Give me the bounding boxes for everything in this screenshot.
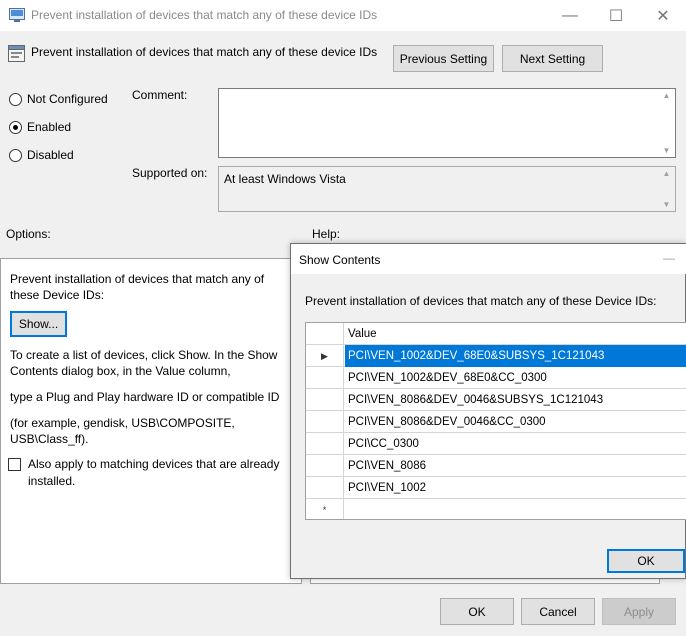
comment-label: Comment: [132,88,188,102]
row-selector[interactable] [306,367,344,389]
value-cell[interactable]: PCI\VEN_1002&DEV_68E0&SUBSYS_1C121043 [345,345,686,367]
supported-label: Supported on: [132,166,208,180]
show-button[interactable]: Show... [10,311,67,337]
show-contents-dialog: Show Contents — Prevent installation of … [290,243,686,579]
value-cell[interactable]: PCI\VEN_8086&DEV_0046&CC_0300 [345,411,686,433]
also-apply-checkbox[interactable] [8,458,21,471]
grid-corner [306,323,344,345]
new-value-cell[interactable] [345,499,686,519]
radio-circle[interactable] [9,92,22,106]
supported-field: At least Windows Vista ▲ ▼ [218,166,676,212]
also-apply-label-line2: installed. [28,474,76,488]
setting-icon [8,45,25,62]
value-column-header[interactable]: Value [345,323,686,345]
row-selector[interactable] [306,477,344,499]
instructions-line4: (for example, gendisk, USB\COMPOSITE, [10,416,235,430]
comment-textarea[interactable]: ▲ ▼ [218,88,676,158]
show-contents-title: Show Contents [299,253,381,267]
new-row-icon[interactable]: * [306,499,344,519]
row-selector[interactable] [306,411,344,433]
instructions-line5: USB\Class_ff). [10,432,89,446]
supported-value: At least Windows Vista [224,172,346,186]
also-apply-label-line1: Also apply to matching devices that are … [28,457,280,471]
window-title-bar[interactable]: Prevent installation of devices that mat… [0,0,686,31]
table-row[interactable]: PCI\VEN_1002 [306,477,686,499]
scroll-up-icon[interactable]: ▲ [663,91,671,100]
instructions-line2: Contents dialog box, in the Value column… [10,364,231,378]
table-row[interactable]: PCI\VEN_8086&DEV_0046&CC_0300 [306,411,686,433]
also-apply-checkbox-row[interactable]: Also apply to matching devices that are … [8,457,279,488]
dialog-ok-button[interactable]: OK [607,549,685,573]
options-panel: Prevent installation of devices that mat… [0,258,302,584]
options-description-line2: these Device IDs: [10,288,105,302]
grid-header-row: Value [306,323,686,345]
row-selector[interactable] [306,389,344,411]
comment-scrollbar[interactable]: ▲ ▼ [658,89,675,157]
previous-setting-button[interactable]: Previous Setting [393,45,494,72]
radio-circle[interactable] [9,148,22,162]
table-row[interactable]: PCI\CC_0300 [306,433,686,455]
radio-circle[interactable] [9,120,22,134]
window-title: Prevent installation of devices that mat… [31,8,378,22]
value-cell[interactable]: PCI\CC_0300 [345,433,686,455]
current-row-icon[interactable]: ▶ [306,345,344,367]
maximize-button[interactable]: ☐ [593,0,639,31]
options-description: Prevent installation of devices that mat… [10,272,265,286]
radio-disabled[interactable]: Disabled [9,148,74,162]
policy-app-icon [9,8,25,22]
instructions-line1: To create a list of devices, click Show.… [10,348,278,362]
help-panel [310,579,660,584]
show-contents-title-bar[interactable]: Show Contents — [291,244,686,274]
minimize-button[interactable]: — [547,0,593,31]
cancel-button[interactable]: Cancel [521,598,595,625]
ok-button[interactable]: OK [440,598,514,625]
apply-button[interactable]: Apply [602,598,676,625]
show-contents-prompt: Prevent installation of devices that mat… [305,294,657,308]
next-setting-button[interactable]: Next Setting [502,45,603,72]
scroll-down-icon[interactable]: ▼ [663,200,671,209]
radio-label: Not Configured [27,92,108,106]
scroll-down-icon[interactable]: ▼ [663,146,671,155]
setting-title: Prevent installation of devices that mat… [31,45,378,59]
value-cell[interactable]: PCI\VEN_8086 [345,455,686,477]
new-row[interactable]: * [306,499,686,519]
scroll-up-icon[interactable]: ▲ [663,169,671,178]
supported-scrollbar[interactable]: ▲ ▼ [658,167,675,211]
row-selector[interactable] [306,455,344,477]
table-row[interactable]: PCI\VEN_8086 [306,455,686,477]
instructions-line3: type a Plug and Play hardware ID or comp… [10,390,280,404]
radio-not-configured[interactable]: Not Configured [9,92,108,106]
table-row[interactable]: PCI\VEN_1002&DEV_68E0&CC_0300 [306,367,686,389]
close-button[interactable]: ✕ [640,0,686,31]
radio-enabled[interactable]: Enabled [9,120,71,134]
value-cell[interactable]: PCI\VEN_1002 [345,477,686,499]
value-cell[interactable]: PCI\VEN_1002&DEV_68E0&CC_0300 [345,367,686,389]
table-row[interactable]: PCI\VEN_8086&DEV_0046&SUBSYS_1C121043 [306,389,686,411]
radio-label: Enabled [27,120,72,134]
options-label: Options: [6,227,51,241]
value-cell[interactable]: PCI\VEN_8086&DEV_0046&SUBSYS_1C121043 [345,389,686,411]
radio-label: Disabled [27,148,74,162]
help-label: Help: [312,227,341,241]
also-apply-label: Also apply to matching devices that are … [28,457,279,488]
table-row[interactable]: ▶ PCI\VEN_1002&DEV_68E0&SUBSYS_1C121043 [306,345,686,367]
row-selector[interactable] [306,433,344,455]
values-grid[interactable]: Value ▶ PCI\VEN_1002&DEV_68E0&SUBSYS_1C1… [305,322,686,520]
dialog-minimize-button[interactable]: — [663,251,675,265]
